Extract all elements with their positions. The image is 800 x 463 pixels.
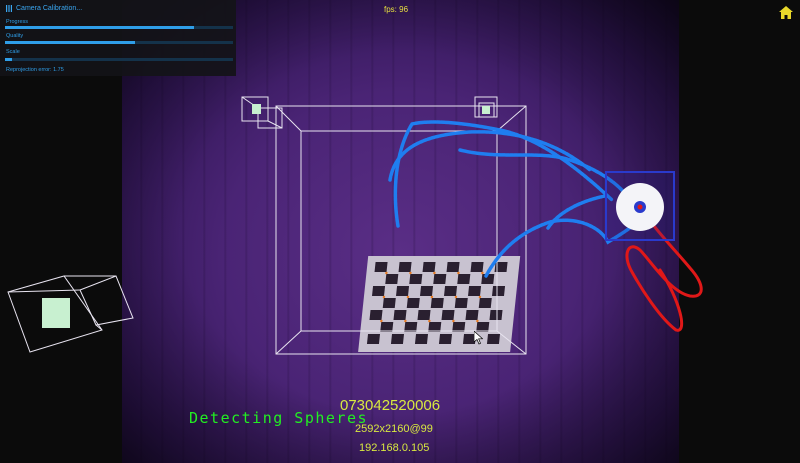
quality-bar xyxy=(5,41,233,44)
panel-title[interactable]: Camera Calibration... xyxy=(6,5,82,12)
scale-slider[interactable] xyxy=(5,58,233,61)
progress-bar xyxy=(5,26,233,29)
checkerboard-target xyxy=(358,256,521,352)
camera-serial: 073042520006 xyxy=(340,397,441,414)
camera-ip: 192.168.0.105 xyxy=(359,442,430,454)
quality-label: Quality xyxy=(6,33,24,39)
camera-frustum xyxy=(7,275,134,353)
sensor-cube-top xyxy=(474,96,498,118)
quality-fill xyxy=(5,41,135,44)
detected-sphere xyxy=(605,171,675,241)
progress-fill xyxy=(5,26,195,29)
home-icon[interactable] xyxy=(779,6,793,19)
fps-counter: fps: 96 xyxy=(384,5,409,14)
calibration-app: Camera Calibration... Progress Quality S… xyxy=(0,0,800,463)
scale-label: Scale xyxy=(6,49,20,55)
scale-fill xyxy=(5,58,12,61)
cursor-icon xyxy=(474,331,483,345)
progress-label: Progress xyxy=(6,19,29,25)
reprojection-error: Reprojection error: 1.75 xyxy=(6,67,64,73)
camera-resolution: 2592x2160@99 xyxy=(355,423,433,435)
calibration-panel: Camera Calibration... Progress Quality S… xyxy=(0,0,236,76)
